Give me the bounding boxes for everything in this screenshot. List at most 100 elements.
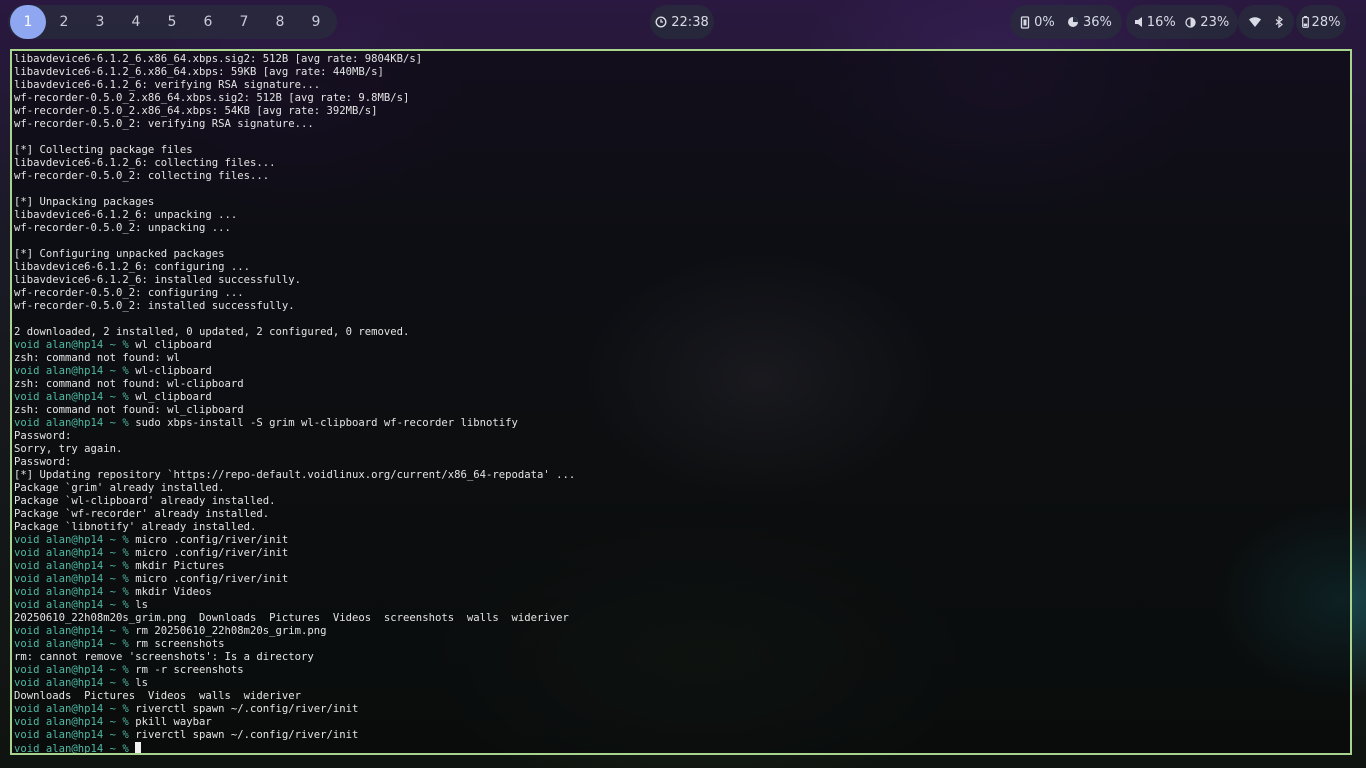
terminal-command-line: void alan@hp14 ~ % ls [14, 677, 575, 690]
terminal-window[interactable]: libavdevice6-6.1.2_6.x86_64.xbps.sig2: 5… [10, 49, 1352, 755]
workspace-button-3[interactable]: 3 [82, 5, 118, 39]
battery-module[interactable]: 28% [1296, 5, 1346, 39]
shell-prompt: void alan@hp14 ~ % [14, 560, 136, 572]
workspace-button-2[interactable]: 2 [46, 5, 82, 39]
output-text: Package `wf-recorder' already installed. [14, 508, 270, 520]
output-text: wf-recorder-0.5.0_2: collecting files... [14, 170, 270, 182]
volume-module[interactable]: 16% [1134, 15, 1176, 30]
terminal-output-line: Package `grim' already installed. [14, 482, 575, 495]
output-text: libavdevice6-6.1.2_6.x86_64.xbps: 59KB [… [14, 66, 384, 78]
output-text: wf-recorder-0.5.0_2: installed successfu… [14, 300, 295, 312]
command-text: mkdir Pictures [135, 560, 225, 572]
output-text: libavdevice6-6.1.2_6: unpacking ... [14, 209, 238, 221]
command-text: wl clipboard [135, 339, 212, 351]
output-text: [*] Unpacking packages [14, 196, 155, 208]
bluetooth-icon[interactable] [1275, 16, 1283, 28]
command-text: ls [135, 599, 148, 611]
output-text: wf-recorder-0.5.0_2: verifying RSA signa… [14, 118, 314, 130]
terminal-command-line: void alan@hp14 ~ % ls [14, 599, 575, 612]
terminal-command-line: void alan@hp14 ~ % rm screenshots [14, 638, 575, 651]
shell-prompt: void alan@hp14 ~ % [14, 743, 136, 755]
terminal-command-line: void alan@hp14 ~ % wl-clipboard [14, 365, 575, 378]
shell-prompt: void alan@hp14 ~ % [14, 586, 136, 598]
brightness-module[interactable]: 23% [1185, 15, 1229, 30]
output-text: zsh: command not found: wl_clipboard [14, 404, 244, 416]
terminal-command-line: void alan@hp14 ~ % rm -r screenshots [14, 664, 575, 677]
shell-prompt: void alan@hp14 ~ % [14, 638, 136, 650]
command-text: rm screenshots [135, 638, 225, 650]
output-text: Password: [14, 430, 72, 442]
terminal-command-line: void alan@hp14 ~ % micro .config/river/i… [14, 547, 575, 560]
output-text: libavdevice6-6.1.2_6: collecting files..… [14, 157, 276, 169]
command-text: wl_clipboard [135, 391, 212, 403]
output-text: wf-recorder-0.5.0_2.x86_64.xbps: 54KB [a… [14, 105, 378, 117]
memory-pie-icon [1067, 16, 1079, 28]
workspace-button-9[interactable]: 9 [298, 5, 334, 39]
output-text: libavdevice6-6.1.2_6: configuring ... [14, 261, 250, 273]
terminal-command-line: void alan@hp14 ~ % sudo xbps-install -S … [14, 417, 575, 430]
output-text: zsh: command not found: wl [14, 352, 180, 364]
output-text: Password: [14, 456, 72, 468]
battery-value: 28% [1311, 14, 1341, 30]
workspace-button-7[interactable]: 7 [226, 5, 262, 39]
terminal-output-line: Package `wf-recorder' already installed. [14, 508, 575, 521]
terminal-command-line: void alan@hp14 ~ % wl clipboard [14, 339, 575, 352]
clock-module[interactable]: 22:38 [650, 5, 714, 39]
shell-prompt: void alan@hp14 ~ % [14, 677, 136, 689]
terminal-output-line: wf-recorder-0.5.0_2: unpacking ... [14, 222, 575, 235]
terminal-output-line: libavdevice6-6.1.2_6: unpacking ... [14, 209, 575, 222]
workspace-button-6[interactable]: 6 [190, 5, 226, 39]
cpu-value: 0% [1034, 14, 1055, 30]
terminal-output-line: Package `libnotify' already installed. [14, 521, 575, 534]
terminal-command-line: void alan@hp14 ~ % rm 20250610_22h08m20s… [14, 625, 575, 638]
terminal-command-line: void alan@hp14 ~ % [14, 742, 575, 755]
command-text: micro .config/river/init [135, 534, 289, 546]
terminal-command-line: void alan@hp14 ~ % mkdir Videos [14, 586, 575, 599]
workspace-button-1[interactable]: 1 [10, 5, 46, 39]
terminal-output-line: 20250610_22h08m20s_grim.png Downloads Pi… [14, 612, 575, 625]
output-text: Package `libnotify' already installed. [14, 521, 257, 533]
terminal-output-line: wf-recorder-0.5.0_2.x86_64.xbps: 54KB [a… [14, 105, 575, 118]
terminal-output-line: wf-recorder-0.5.0_2: configuring ... [14, 287, 575, 300]
shell-prompt: void alan@hp14 ~ % [14, 729, 136, 741]
command-text: micro .config/river/init [135, 573, 289, 585]
shell-prompt: void alan@hp14 ~ % [14, 547, 136, 559]
output-text: wf-recorder-0.5.0_2.x86_64.xbps.sig2: 51… [14, 92, 410, 104]
workspace-button-4[interactable]: 4 [118, 5, 154, 39]
output-text: libavdevice6-6.1.2_6.x86_64.xbps.sig2: 5… [14, 53, 423, 65]
command-text: mkdir Videos [135, 586, 212, 598]
brightness-value: 23% [1200, 14, 1230, 30]
terminal-output-line: libavdevice6-6.1.2_6: configuring ... [14, 261, 575, 274]
workspace-button-8[interactable]: 8 [262, 5, 298, 39]
system-stats-module: 0% 36% [1010, 5, 1122, 39]
workspace-button-5[interactable]: 5 [154, 5, 190, 39]
memory-module[interactable]: 36% [1067, 15, 1112, 30]
output-text: 2 downloaded, 2 installed, 0 updated, 2 … [14, 326, 410, 338]
output-text: wf-recorder-0.5.0_2: unpacking ... [14, 222, 231, 234]
output-text: [*] Updating repository `https://repo-de… [14, 469, 576, 481]
output-text: rm: cannot remove 'screenshots': Is a di… [14, 651, 314, 663]
output-text: Downloads Pictures Videos walls widerive… [14, 690, 302, 702]
clock-time: 22:38 [671, 14, 709, 30]
terminal-output-line: zsh: command not found: wl-clipboard [14, 378, 575, 391]
cpu-module[interactable]: 0% [1020, 15, 1055, 30]
terminal-output-line: libavdevice6-6.1.2_6: collecting files..… [14, 157, 575, 170]
terminal-output-line: libavdevice6-6.1.2_6: verifying RSA sign… [14, 79, 575, 92]
speaker-icon [1134, 17, 1143, 27]
command-text: riverctl spawn ~/.config/river/init [135, 703, 359, 715]
terminal-output-line: rm: cannot remove 'screenshots': Is a di… [14, 651, 575, 664]
cpu-icon [1020, 15, 1030, 29]
output-text: libavdevice6-6.1.2_6: installed successf… [14, 274, 302, 286]
wifi-icon[interactable] [1249, 17, 1261, 27]
command-text: micro .config/river/init [135, 547, 289, 559]
terminal-output-line: [*] Configuring unpacked packages [14, 248, 575, 261]
shell-prompt: void alan@hp14 ~ % [14, 339, 136, 351]
output-text: wf-recorder-0.5.0_2: configuring ... [14, 287, 244, 299]
shell-prompt: void alan@hp14 ~ % [14, 625, 136, 637]
terminal-output[interactable]: libavdevice6-6.1.2_6.x86_64.xbps.sig2: 5… [14, 53, 576, 755]
command-text: rm 20250610_22h08m20s_grim.png [135, 625, 327, 637]
terminal-output-line: Sorry, try again. [14, 443, 575, 456]
